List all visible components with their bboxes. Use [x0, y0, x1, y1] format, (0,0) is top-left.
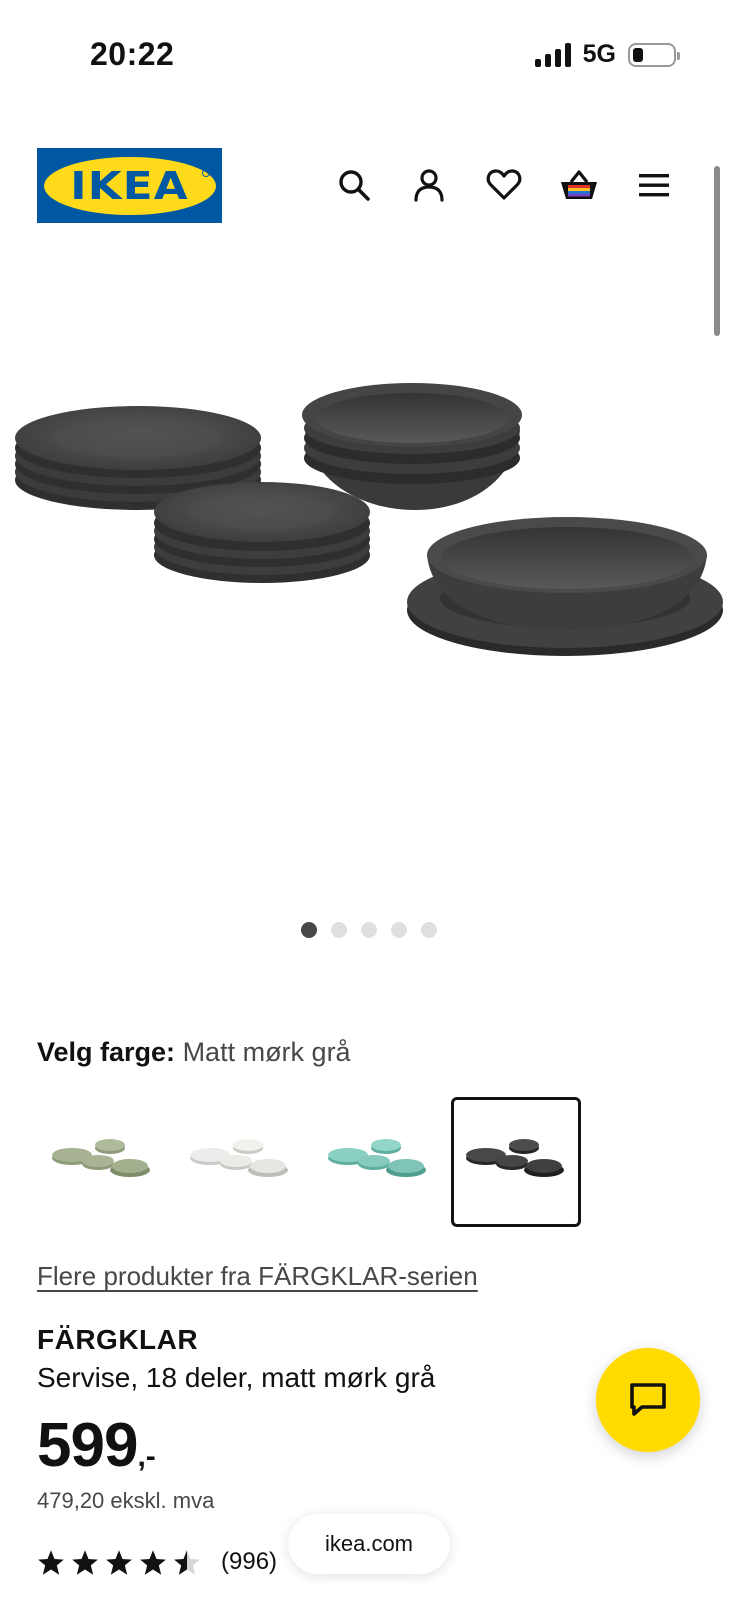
menu-icon[interactable] — [631, 162, 677, 208]
half-star-icon — [174, 1549, 200, 1575]
product-rating[interactable]: (996) — [37, 1548, 277, 1576]
swatch-dark-grey[interactable] — [451, 1097, 581, 1227]
site-header: IKEA — [37, 148, 677, 223]
product-name: FÄRGKLAR — [37, 1324, 199, 1355]
status-indicators: 5G — [534, 40, 680, 69]
gallery-dot-2[interactable] — [331, 922, 347, 938]
gallery-dot-5[interactable] — [421, 922, 437, 938]
plate-stack-small — [154, 482, 370, 583]
chat-icon — [630, 1383, 666, 1416]
swatch-turquoise[interactable] — [313, 1097, 443, 1227]
cart-icon[interactable] — [556, 162, 602, 208]
review-count: (996) — [221, 1548, 278, 1575]
scrollbar[interactable] — [714, 166, 720, 336]
battery-icon — [628, 42, 680, 67]
series-link[interactable]: Flere produkter fra FÄRGKLAR-serien — [37, 1261, 478, 1292]
network-type: 5G — [582, 40, 616, 68]
product-description: Servise, 18 deler, matt mørk grå — [37, 1362, 436, 1393]
status-time: 20:22 — [90, 36, 175, 72]
gallery-pagination — [301, 922, 437, 938]
star-icon — [38, 1549, 64, 1575]
browser-url-bar[interactable]: ikea.com — [288, 1514, 450, 1574]
header-actions — [331, 162, 677, 208]
product-image[interactable] — [0, 330, 738, 830]
color-swatches — [37, 1097, 581, 1227]
logo-text: IKEA — [70, 163, 189, 208]
gallery-dot-3[interactable] — [361, 922, 377, 938]
signal-icon — [534, 42, 571, 67]
gallery-dot-1[interactable] — [301, 922, 317, 938]
bowl-on-plate — [407, 517, 723, 656]
star-icon — [72, 1549, 98, 1575]
star-icon — [140, 1549, 166, 1575]
price-ex-vat: 479,20 ekskl. mva — [37, 1488, 215, 1513]
price-value: 599 — [37, 1411, 138, 1480]
color-select-label: Velg farge: Matt mørk grå — [37, 1037, 351, 1068]
chat-button[interactable] — [596, 1348, 700, 1452]
heart-icon[interactable] — [481, 162, 527, 208]
swatch-green[interactable] — [37, 1097, 167, 1227]
swatch-white[interactable] — [175, 1097, 305, 1227]
account-icon[interactable] — [406, 162, 452, 208]
ikea-logo[interactable]: IKEA — [37, 148, 222, 223]
gallery-dot-4[interactable] — [391, 922, 407, 938]
product-price: 599 ,- — [37, 1410, 156, 1481]
status-bar: 20:22 5G — [0, 0, 738, 110]
price-suffix: ,- — [137, 1440, 156, 1473]
search-icon[interactable] — [331, 162, 377, 208]
color-label-value: Matt mørk grå — [182, 1037, 351, 1067]
color-label-title: Velg farge: — [37, 1037, 176, 1067]
star-icon — [106, 1549, 132, 1575]
